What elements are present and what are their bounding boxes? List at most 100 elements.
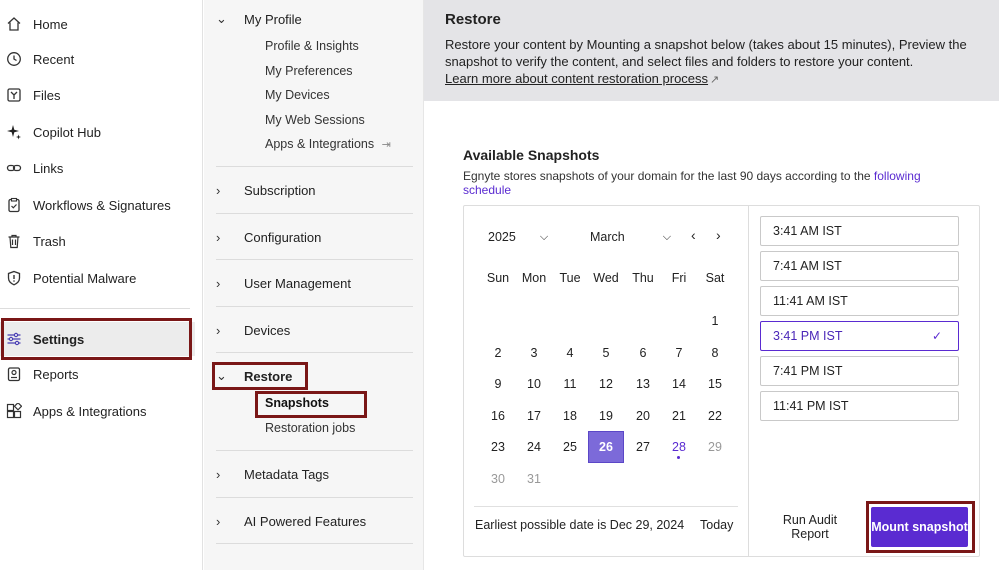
calendar-day[interactable]: 15 xyxy=(697,368,733,400)
nav-apps-integrations[interactable]: Apps & Integrations xyxy=(0,394,195,428)
calendar-day[interactable]: 31 xyxy=(516,463,552,495)
calendar-day[interactable]: 3 xyxy=(516,337,552,369)
time-slot[interactable]: 11:41 AM IST xyxy=(760,286,959,316)
nav-my-devices[interactable]: My Devices xyxy=(265,88,330,102)
nav-my-web-sessions[interactable]: My Web Sessions xyxy=(265,113,365,127)
clock-icon xyxy=(5,50,23,68)
snapshots-desc-text: Egnyte stores snapshots of your domain f… xyxy=(463,169,871,183)
time-slot[interactable]: 11:41 PM IST xyxy=(760,391,959,421)
section-metadata-tags[interactable]: › Metadata Tags xyxy=(216,464,329,484)
section-subscription[interactable]: › Subscription xyxy=(216,180,316,200)
section-configuration[interactable]: › Configuration xyxy=(216,227,321,247)
calendar-day[interactable]: 2 xyxy=(480,337,516,369)
calendar-day[interactable]: 9 xyxy=(480,368,516,400)
today-button[interactable]: Today xyxy=(700,518,733,532)
learn-more-link[interactable]: Learn more about content restoration pro… xyxy=(445,71,708,86)
sub-item-label: Apps & Integrations xyxy=(265,137,375,151)
time-slot[interactable]: 7:41 AM IST xyxy=(760,251,959,281)
nav-links[interactable]: Links xyxy=(0,151,195,185)
section-label: User Management xyxy=(244,275,351,291)
nav-label: Files xyxy=(33,87,61,103)
highlight-snapshots xyxy=(255,391,367,418)
nav-my-preferences[interactable]: My Preferences xyxy=(265,64,353,78)
calendar-day[interactable]: 13 xyxy=(625,368,661,400)
nav-reports[interactable]: Reports xyxy=(0,357,195,391)
nav-trash[interactable]: Trash xyxy=(0,224,195,258)
divider xyxy=(216,352,413,353)
time-slot-label: 7:41 AM IST xyxy=(773,259,842,273)
calendar-day[interactable]: 19 xyxy=(588,400,624,432)
nav-home[interactable]: Home xyxy=(0,7,195,41)
next-month-button[interactable]: › xyxy=(716,227,721,243)
run-audit-report-button[interactable]: Run Audit Report xyxy=(774,513,846,541)
section-label: Devices xyxy=(244,322,291,338)
calendar-day[interactable]: 4 xyxy=(552,337,588,369)
trash-icon xyxy=(5,232,23,250)
calendar-day[interactable]: 8 xyxy=(697,337,733,369)
calendar-day[interactable]: 1 xyxy=(697,305,733,337)
section-label: Metadata Tags xyxy=(244,466,330,482)
calendar-day[interactable]: 17 xyxy=(516,400,552,432)
month-select[interactable]: March ⌵ xyxy=(590,228,671,246)
time-slot-label: 3:41 PM IST xyxy=(773,329,843,343)
section-ai-features[interactable]: › AI Powered Features xyxy=(216,511,366,531)
section-devices[interactable]: › Devices xyxy=(216,320,290,340)
calendar-day[interactable]: 6 xyxy=(625,337,661,369)
left-nav: Home Recent Files Copilot Hub Links Work… xyxy=(0,0,203,570)
calendar-day[interactable]: 16 xyxy=(480,400,516,432)
prev-month-button[interactable]: ‹ xyxy=(691,227,696,243)
calendar-day[interactable]: 10 xyxy=(516,368,552,400)
calendar-day[interactable]: 5 xyxy=(588,337,624,369)
nav-label: Potential Malware xyxy=(33,270,137,286)
page-title: Restore xyxy=(445,11,501,28)
nav-files[interactable]: Files xyxy=(0,78,195,112)
month-value: March xyxy=(590,230,625,244)
section-my-profile[interactable]: ⌄ My Profile xyxy=(216,9,302,29)
highlight-settings xyxy=(1,318,192,360)
section-user-management[interactable]: › User Management xyxy=(216,273,351,293)
nav-profile-insights[interactable]: Profile & Insights xyxy=(265,39,359,53)
calendar-day[interactable]: 30 xyxy=(480,463,516,495)
time-slot[interactable]: 3:41 AM IST xyxy=(760,216,959,246)
chevron-right-icon: › xyxy=(216,466,221,482)
weekday-label: Sat xyxy=(705,271,725,285)
section-label: AI Powered Features xyxy=(244,513,367,529)
nav-divider xyxy=(0,308,190,309)
calendar-day[interactable]: 21 xyxy=(661,400,697,432)
clipboard-icon xyxy=(5,196,23,214)
calendar-day[interactable]: 27 xyxy=(625,431,661,463)
calendar-day[interactable]: 22 xyxy=(697,400,733,432)
calendar-day[interactable]: 20 xyxy=(625,400,661,432)
calendar-day[interactable]: 28 xyxy=(661,431,697,463)
shield-icon xyxy=(5,269,23,287)
external-link-icon: ↗ xyxy=(710,74,720,86)
calendar-day[interactable]: 18 xyxy=(552,400,588,432)
time-slot[interactable]: 7:41 PM IST xyxy=(760,356,959,386)
weekday-label: Tue xyxy=(559,271,581,285)
calendar-day[interactable]: 29 xyxy=(697,431,733,463)
nav-recent[interactable]: Recent xyxy=(0,42,195,76)
weekday-label: Wed xyxy=(593,271,619,285)
calendar-day[interactable]: 26 xyxy=(588,431,624,463)
chevron-right-icon: › xyxy=(216,182,221,198)
calendar-day[interactable]: 11 xyxy=(552,368,588,400)
calendar-footer-divider xyxy=(474,506,738,507)
calendar-day[interactable]: 7 xyxy=(661,337,697,369)
nav-copilot-hub[interactable]: Copilot Hub xyxy=(0,115,195,149)
nav-profile-apps[interactable]: Apps & Integrations ⇥ xyxy=(265,137,391,151)
year-select[interactable]: 2025 ⌵ xyxy=(488,228,548,246)
weekday-label: Fri xyxy=(671,271,687,285)
divider xyxy=(216,543,413,544)
weekday-label: Sun xyxy=(486,271,510,285)
nav-potential-malware[interactable]: Potential Malware xyxy=(0,261,195,295)
time-slot-label: 11:41 AM IST xyxy=(773,294,848,308)
calendar-day[interactable]: 14 xyxy=(661,368,697,400)
calendar-day[interactable]: 24 xyxy=(516,431,552,463)
time-slot[interactable]: 3:41 PM IST ✓ xyxy=(760,321,959,351)
calendar-day[interactable]: 12 xyxy=(588,368,624,400)
calendar-day[interactable]: 23 xyxy=(480,431,516,463)
calendar-day[interactable]: 25 xyxy=(552,431,588,463)
nav-restoration-jobs[interactable]: Restoration jobs xyxy=(265,421,355,435)
divider xyxy=(216,259,413,260)
nav-workflows[interactable]: Workflows & Signatures xyxy=(0,188,195,222)
